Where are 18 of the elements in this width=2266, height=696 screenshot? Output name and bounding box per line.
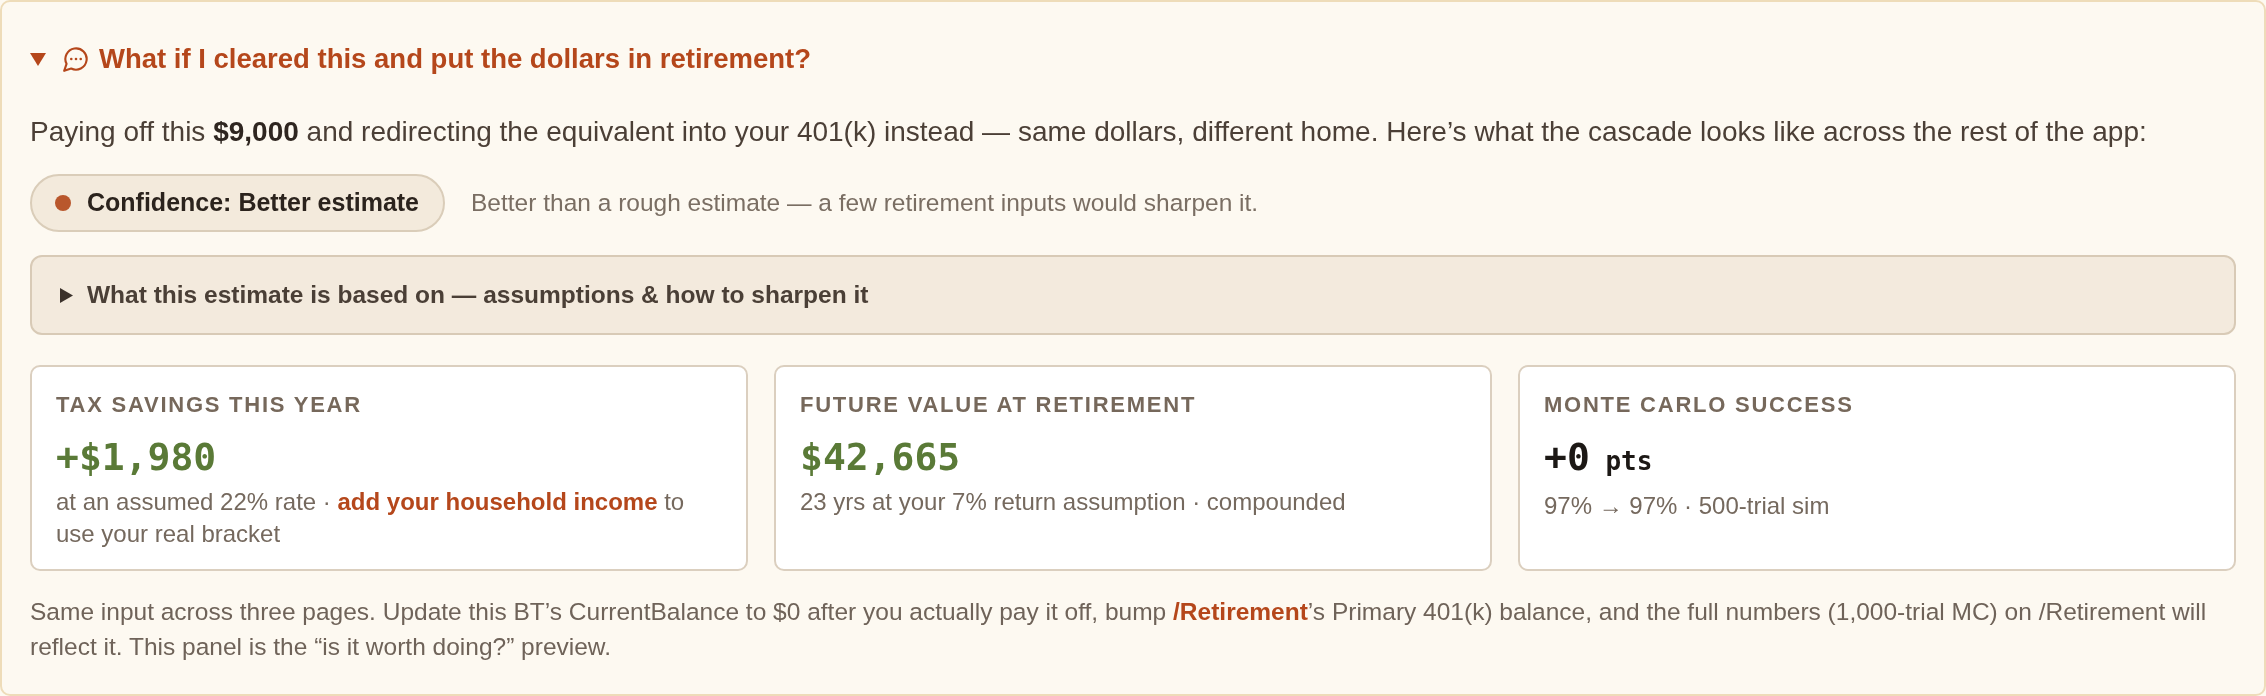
intro-text: Paying off this $9,000 and redirecting the equivalent into your 401(k) instead — same dollars, different home. Here’s what the cascade looks like across the rest of the app:: [30, 115, 2148, 149]
household-income-link[interactable]: add your household income: [337, 488, 658, 515]
retirement-link[interactable]: /Retirement: [1173, 598, 1308, 625]
confidence-label: Confidence: Better estimate: [87, 187, 420, 219]
confidence-note: Better than a rough estimate — a few retirement inputs would sharpen it.: [471, 187, 1259, 218]
metric-label: TAX SAVINGS THIS YEAR: [56, 391, 363, 419]
metric-detail: at an assumed 22% rate · add your household income to use your real bracket: [56, 487, 686, 549]
metric-detail: 23 yrs at your 7% return assumption · compounded: [800, 487, 1347, 517]
assumptions-toggle[interactable]: What this estimate is based on — assumptions & how to sharpen it: [30, 255, 2236, 335]
metric-value: +0 pts: [1544, 434, 1654, 481]
speech-bubble-icon: [63, 46, 89, 72]
disclosure-toggle[interactable]: What if I cleared this and put the dollars in retirement?: [30, 42, 812, 76]
metric-label: FUTURE VALUE AT RETIREMENT: [800, 391, 1198, 419]
metric-label: MONTE CARLO SUCCESS: [1544, 391, 1855, 419]
metric-value: $42,665: [800, 434, 962, 481]
metric-value: +$1,980: [56, 434, 218, 481]
metric-detail: 97% → 97% · 500-trial sim: [1544, 491, 1831, 521]
footer-note: Same input across three pages. Update this BT’s CurrentBalance to $0 after you actually pay it off, bump /Retirement’s Primary 401(k) balance, and the full numbers (1,000-trial MC) on /Retirement will reflect it. This panel is the “is it worth doing?” preview.: [30, 597, 2208, 662]
